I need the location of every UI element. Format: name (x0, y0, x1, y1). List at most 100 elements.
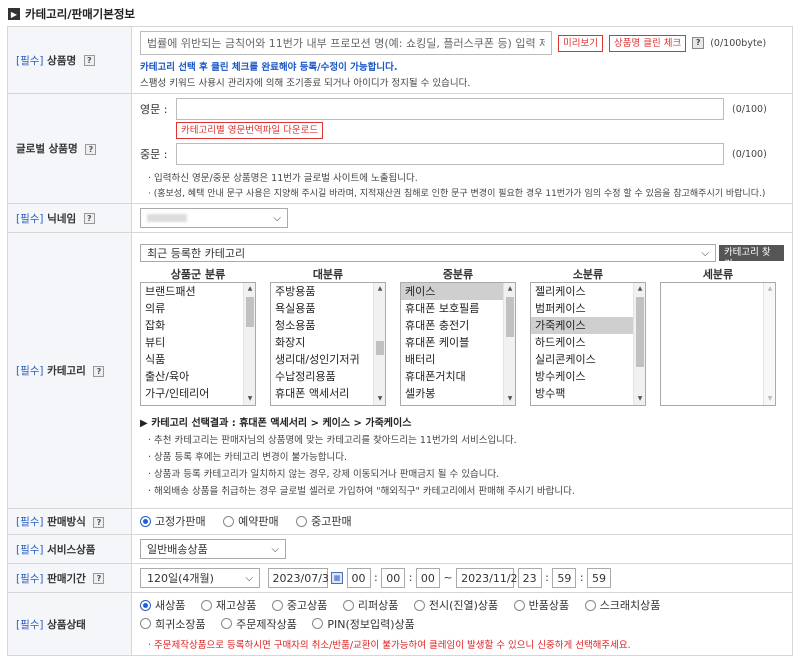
radio-display[interactable]: 전시(진열)상품 (413, 597, 498, 613)
start-second-input[interactable]: 00 (415, 568, 440, 588)
scroll-up-icon[interactable]: ▲ (244, 283, 255, 295)
radio-stock[interactable]: 재고상품 (200, 597, 256, 613)
translation-download-button[interactable]: 카테고리별 영문번역파일 다운로드 (176, 122, 324, 139)
list-item[interactable]: 화장지 (271, 334, 385, 351)
scroll-down-icon[interactable]: ▼ (244, 393, 255, 405)
question-icon[interactable]: ? (83, 55, 95, 66)
radio-refurb[interactable]: 리퍼상품 (342, 597, 398, 613)
list-item[interactable]: 젤리케이스 (531, 283, 645, 300)
radio-custom[interactable]: 주문제작상품 (221, 616, 297, 632)
scroll-thumb[interactable] (506, 297, 514, 337)
scroll-down-icon[interactable]: ▼ (634, 393, 645, 405)
chinese-name-input[interactable] (176, 143, 724, 165)
scroll-down-icon[interactable]: ▼ (764, 393, 775, 405)
start-date-input[interactable]: 2023/07/3 (267, 568, 329, 588)
radio-dot[interactable] (271, 599, 283, 611)
question-icon[interactable]: ? (85, 143, 97, 155)
list-item[interactable]: 식품 (141, 351, 255, 368)
radio-dot[interactable] (413, 599, 425, 611)
preview-button[interactable]: 미리보기 (558, 34, 603, 52)
list-item[interactable]: 범퍼케이스 (531, 300, 645, 317)
list-item[interactable]: 의류 (141, 300, 255, 317)
list-item[interactable]: 셀카봉 (401, 385, 515, 402)
nickname-select[interactable]: ⌵ (140, 208, 288, 228)
radio-reservation[interactable]: 예약판매 (223, 513, 279, 529)
radio-dot[interactable] (223, 515, 235, 527)
radio-dot[interactable] (584, 599, 596, 611)
category-list-group[interactable]: 브랜드패션 의류 잡화 뷰티 식품 출산/육아 가구/인테리어 ▲ ▼ (140, 282, 256, 406)
radio-new[interactable]: 새상품 (140, 597, 185, 613)
radio-dot[interactable] (221, 618, 233, 629)
radio-dot[interactable] (312, 618, 324, 629)
list-item[interactable]: 브랜드패션 (141, 283, 255, 300)
radio-used[interactable]: 중고판매 (296, 513, 352, 529)
question-icon[interactable]: ? (93, 365, 105, 377)
radio-used-item[interactable]: 중고상품 (271, 597, 327, 613)
category-list-medium[interactable]: 케이스 휴대폰 보호필름 휴대폰 충전기 휴대폰 케이블 배터리 휴대폰거치대 … (400, 282, 516, 406)
scroll-up-icon[interactable]: ▲ (764, 283, 775, 295)
scroll-thumb[interactable] (376, 341, 384, 355)
list-item[interactable]: 뷰티 (141, 334, 255, 351)
scroll-down-icon[interactable]: ▼ (504, 393, 515, 405)
list-item[interactable]: 휴대폰거치대 (401, 368, 515, 385)
list-item[interactable]: 휴대폰 케이블 (401, 334, 515, 351)
calendar-icon[interactable]: ▦ (331, 572, 343, 584)
list-item[interactable]: 잡화 (141, 317, 255, 334)
category-list-detail[interactable]: ▲ ▼ (660, 282, 776, 406)
end-hour-input[interactable]: 23 (517, 568, 542, 588)
question-icon[interactable]: ? (93, 516, 105, 528)
radio-dot[interactable] (200, 599, 212, 611)
scrollbar[interactable]: ▲ ▼ (373, 283, 385, 405)
radio-rare[interactable]: 희귀소장품 (140, 616, 206, 632)
radio-fixed-price[interactable]: 고정가판매 (140, 513, 206, 529)
radio-dot[interactable] (342, 599, 354, 611)
radio-dot[interactable] (140, 618, 151, 629)
list-item[interactable]: 실리콘케이스 (531, 351, 645, 368)
list-item[interactable]: 주방용품 (271, 283, 385, 300)
duration-select[interactable]: 120일(4개월) ⌵ (140, 568, 260, 588)
scroll-up-icon[interactable]: ▲ (374, 283, 385, 295)
list-item[interactable]: 배터리 (401, 351, 515, 368)
radio-scratch[interactable]: 스크래치상품 (584, 597, 660, 613)
list-item[interactable]: 가구/인테리어 (141, 385, 255, 402)
question-icon[interactable]: ? (83, 213, 95, 224)
product-name-input[interactable] (140, 31, 552, 55)
list-item[interactable]: 방수팩 (531, 385, 645, 402)
radio-dot[interactable] (296, 515, 308, 527)
list-item[interactable]: 생리대/성인기저귀 (271, 351, 385, 368)
end-date-input[interactable]: 2023/11/2 (456, 568, 518, 588)
radio-pin[interactable]: PIN(정보입력)상품 (312, 616, 415, 632)
scroll-up-icon[interactable]: ▲ (634, 283, 645, 295)
category-list-large[interactable]: 주방용품 욕실용품 청소용품 화장지 생리대/성인기저귀 수납정리용품 휴대폰 … (270, 282, 386, 406)
scrollbar[interactable]: ▲ ▼ (633, 283, 645, 405)
list-item-selected[interactable]: 가죽케이스 (531, 317, 645, 334)
list-item[interactable]: 휴대폰 보호필름 (401, 300, 515, 317)
list-item[interactable]: 방수케이스 (531, 368, 645, 385)
list-item[interactable]: 출산/육아 (141, 368, 255, 385)
scroll-up-icon[interactable]: ▲ (504, 283, 515, 295)
end-minute-input[interactable]: 59 (552, 568, 577, 588)
list-item[interactable]: 휴대폰 액세서리 (271, 385, 385, 402)
start-minute-input[interactable]: 00 (381, 568, 406, 588)
scroll-thumb[interactable] (636, 297, 644, 367)
list-item[interactable]: 하드케이스 (531, 334, 645, 351)
english-name-input[interactable] (176, 98, 724, 120)
category-find-button[interactable]: 카테고리 찾기 (718, 245, 784, 270)
service-select[interactable]: 일반배송상품 ⌵ (140, 539, 286, 559)
list-item[interactable]: 청소용품 (271, 317, 385, 334)
radio-dot[interactable] (140, 599, 151, 611)
list-item-selected[interactable]: 케이스 (401, 283, 515, 300)
scrollbar[interactable]: ▲ ▼ (763, 283, 775, 405)
radio-returned[interactable]: 반품상품 (513, 597, 569, 613)
scrollbar[interactable]: ▲ ▼ (243, 283, 255, 405)
scrollbar[interactable]: ▲ ▼ (503, 283, 515, 405)
start-hour-input[interactable]: 00 (346, 568, 371, 588)
list-item[interactable]: 휴대폰 충전기 (401, 317, 515, 334)
category-list-small[interactable]: 젤리케이스 범퍼케이스 가죽케이스 하드케이스 실리콘케이스 방수케이스 방수팩… (530, 282, 646, 406)
question-icon[interactable]: ? (692, 37, 705, 49)
end-second-input[interactable]: 59 (587, 568, 612, 588)
scroll-thumb[interactable] (246, 297, 254, 327)
list-item[interactable]: 욕실용품 (271, 300, 385, 317)
recent-category-select[interactable]: 최근 등록한 카테고리 ⌵ (140, 244, 716, 262)
scroll-down-icon[interactable]: ▼ (374, 393, 385, 405)
